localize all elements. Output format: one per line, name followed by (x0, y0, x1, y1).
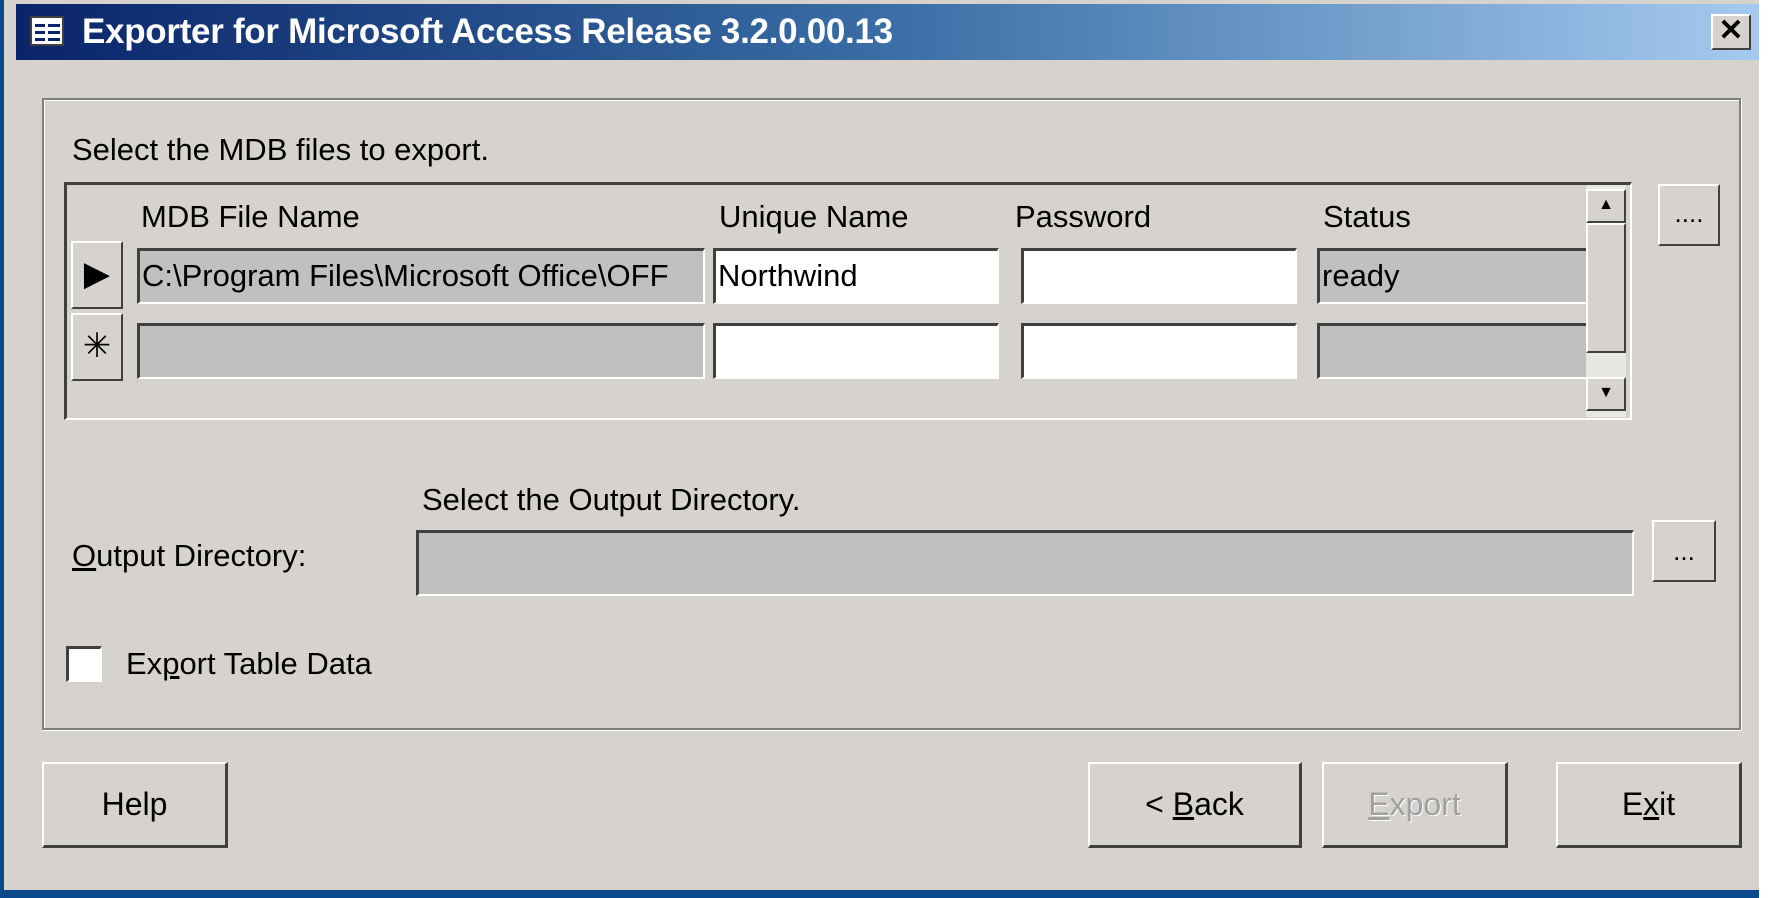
mdb-instruction: Select the MDB files to export. (72, 132, 489, 167)
status-cell-new (1317, 323, 1589, 379)
scroll-up-button[interactable]: ▲ (1586, 189, 1626, 223)
mdb-file-name-cell[interactable]: C:\Program Files\Microsoft Office\OFF (137, 248, 705, 304)
exit-text-pre: E (1621, 786, 1644, 822)
row-selector-new[interactable]: ✳ (71, 313, 123, 381)
status-cell: ready (1317, 248, 1589, 304)
window-edge (1759, 0, 1779, 898)
window-title: Exporter for Microsoft Access Release 3.… (82, 12, 893, 51)
export-button[interactable]: Export (1322, 762, 1508, 848)
export-table-data-accesskey: p (162, 646, 180, 681)
row-selector-current[interactable]: ▶ (71, 241, 123, 309)
form-icon (30, 16, 64, 46)
export-table-data-checkbox[interactable] (66, 646, 102, 682)
back-text-post: ack (1194, 786, 1244, 822)
scroll-thumb[interactable] (1586, 223, 1626, 353)
scroll-down-icon: ▼ (1598, 384, 1614, 401)
browse-output-button[interactable]: ... (1652, 520, 1716, 582)
output-directory-accesskey: O (72, 538, 97, 573)
exit-accesskey: x (1643, 786, 1660, 822)
column-header-unique-name: Unique Name (719, 199, 909, 234)
back-button[interactable]: < Back (1088, 762, 1302, 848)
back-accesskey: B (1172, 786, 1195, 822)
new-record-icon: ✳ (82, 327, 112, 365)
export-text-post: xport (1389, 786, 1461, 822)
column-header-mdb-file-name: MDB File Name (141, 199, 360, 234)
export-table-data-text-post: ort Table Data (179, 646, 372, 681)
close-button[interactable]: ✕ (1711, 14, 1751, 50)
export-table-data-text-pre: Ex (126, 646, 163, 681)
column-header-status: Status (1323, 199, 1411, 234)
output-directory-label: Output Directory: (72, 538, 306, 574)
grid-vertical-scrollbar[interactable]: ▲ ▼ (1586, 185, 1626, 417)
current-row-icon: ▶ (83, 255, 111, 293)
output-directory-label-text: utput Directory: (96, 538, 307, 573)
back-text-pre: < (1145, 786, 1173, 822)
unique-name-cell-new[interactable] (713, 323, 999, 379)
output-directory-field[interactable] (416, 530, 1634, 596)
exporter-window: Exporter for Microsoft Access Release 3.… (0, 0, 1763, 890)
scroll-up-icon: ▲ (1598, 196, 1614, 213)
password-cell-new[interactable] (1021, 323, 1297, 379)
column-header-password: Password (1015, 199, 1152, 234)
browse-mdb-button[interactable]: .... (1658, 184, 1720, 246)
exit-text-post: it (1659, 786, 1676, 822)
password-cell[interactable] (1021, 248, 1297, 304)
scroll-down-button[interactable]: ▼ (1586, 377, 1626, 411)
mdb-file-grid: MDB File Name Unique Name Password Statu… (64, 182, 1632, 420)
help-button[interactable]: Help (42, 762, 228, 848)
export-table-data-label[interactable]: Export Table Data (126, 646, 372, 682)
mdb-file-name-cell-new[interactable] (137, 323, 705, 379)
unique-name-cell[interactable]: Northwind (713, 248, 999, 304)
export-accesskey: E (1368, 786, 1390, 822)
title-bar[interactable]: Exporter for Microsoft Access Release 3.… (16, 4, 1763, 60)
output-instruction: Select the Output Directory. (422, 482, 801, 517)
exit-button[interactable]: Exit (1556, 762, 1742, 848)
close-icon: ✕ (1718, 14, 1744, 47)
